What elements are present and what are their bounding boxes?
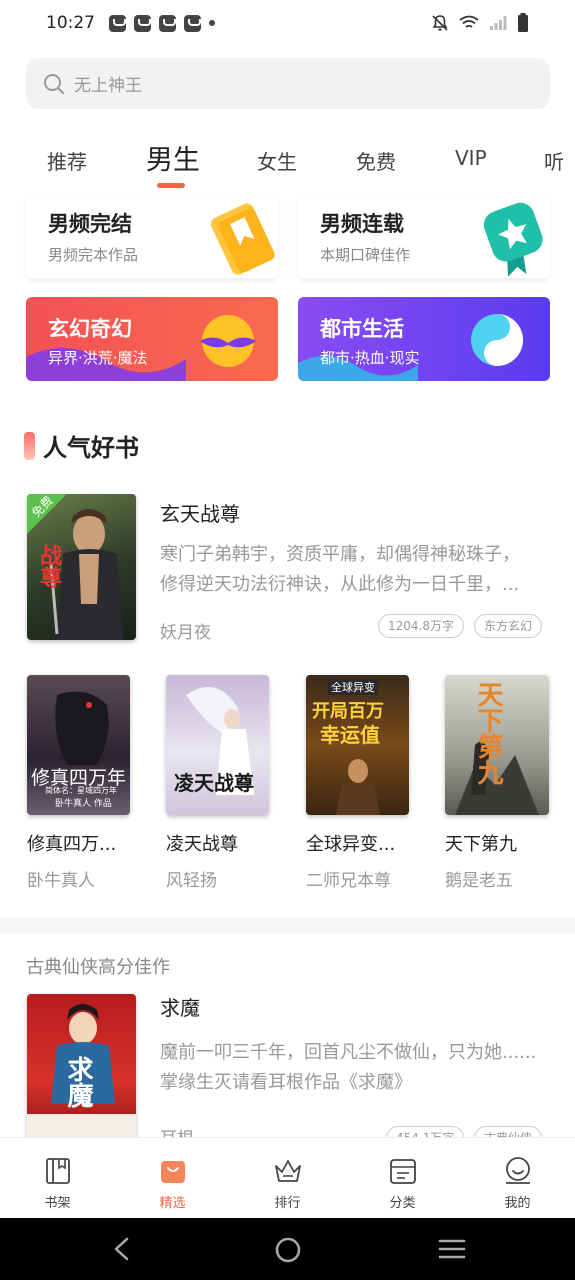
description-line: 魔前一叩三千年，回首凡尘不做仙，只为她......	[160, 1042, 537, 1063]
cover-title-art: 凌天战尊	[174, 771, 254, 795]
bookmark-icon	[210, 203, 275, 275]
category-male-complete[interactable]: 男频完结 男频完本作品	[26, 196, 278, 278]
cover-subtitle-art: 简体名：星域四万年	[45, 786, 117, 795]
tab-audio[interactable]: 听	[544, 146, 564, 175]
cover-author-art: 卧牛真人 作品	[55, 799, 112, 809]
status-time: 10:27	[46, 13, 95, 33]
search-input[interactable]: 无上神王	[74, 71, 142, 96]
search-icon	[44, 73, 64, 94]
book-title[interactable]: 修真四万...	[27, 830, 116, 856]
category-subtitle: 男频完本作品	[48, 246, 139, 264]
tab-free[interactable]: 免费	[356, 146, 396, 175]
book-title[interactable]: 求魔	[160, 992, 200, 1021]
featured-book-cover[interactable]: 免费 战尊	[27, 494, 136, 640]
nav-label: 排行	[274, 1196, 301, 1211]
featured-book-author: 妖月夜	[160, 623, 211, 643]
category-icon	[389, 1159, 416, 1184]
nav-category[interactable]: 分类	[345, 1138, 460, 1218]
category-title: 玄幻奇幻	[48, 317, 132, 341]
word-count-tag: 1204.8万字	[378, 614, 464, 638]
back-icon[interactable]	[110, 1236, 134, 1262]
nav-label: 我的	[504, 1196, 531, 1211]
more-notifications-icon	[209, 20, 215, 26]
book-title[interactable]: 天下第九	[445, 830, 517, 856]
book-cover-4[interactable]: 天下第九	[445, 675, 549, 815]
shopping-bag-icon	[160, 1161, 185, 1183]
featured-book-title[interactable]: 玄天战尊	[160, 498, 240, 527]
star-badge-icon	[483, 202, 543, 277]
nav-profile[interactable]: 我的	[460, 1138, 575, 1218]
bookshelf-icon	[45, 1158, 70, 1184]
description-line: 修得逆天功法衍神诀，从此修为一日千里，...	[160, 574, 520, 595]
battery-icon	[518, 13, 528, 32]
nav-label: 精选	[159, 1196, 186, 1211]
nav-ranking[interactable]: 排行	[230, 1138, 345, 1218]
category-subtitle: 本期口碑佳作	[320, 246, 411, 264]
book-description: 魔前一叩三千年，回首凡尘不做仙，只为她...... 掌缘生灭请看耳根作品《求魔》	[160, 1038, 550, 1098]
book-title[interactable]: 全球异变...	[306, 830, 395, 856]
book-cover-1[interactable]: 修真四万年 简体名：星域四万年 卧牛真人 作品	[27, 675, 130, 815]
bottom-navigation: 书架 精选 排行 分类 我的	[0, 1137, 575, 1218]
featured-book-description: 寒门子弟韩宇，资质平庸，却偶得神秘珠子， 修得逆天功法衍神诀，从此修为一日千里，…	[160, 540, 550, 600]
book-author: 卧牛真人	[27, 871, 95, 891]
description-line: 寒门子弟韩宇，资质平庸，却偶得神秘珠子，	[160, 544, 520, 565]
yin-yang-icon	[471, 314, 523, 366]
book-author: 风轻扬	[166, 871, 217, 891]
system-navigation-bar	[0, 1218, 575, 1280]
nav-label: 书架	[44, 1196, 71, 1211]
category-subtitle: 都市·热血·现实	[320, 349, 420, 367]
section-title: 人气好书	[43, 434, 139, 462]
category-male-serial[interactable]: 男频连载 本期口碑佳作	[298, 196, 550, 278]
home-icon[interactable]	[274, 1236, 302, 1264]
book-title[interactable]: 凌天战尊	[166, 830, 238, 856]
popular-section-header: 人气好书	[24, 428, 139, 463]
tab-female[interactable]: 女生	[257, 146, 297, 175]
book-author: 二师兄本尊	[306, 871, 391, 891]
book-author: 鹅是老五	[445, 871, 513, 891]
crown-icon	[274, 1160, 301, 1182]
shopping-app-icon	[184, 14, 201, 32]
book-cover-qiumo[interactable]: 求魔	[27, 994, 136, 1140]
cover-title-art: 求魔	[63, 1056, 93, 1108]
category-title: 都市生活	[320, 317, 404, 341]
shopping-app-icon	[159, 14, 176, 32]
book-cover-3[interactable]: 全球异变 开局百万 幸运值	[306, 675, 409, 815]
profile-icon	[505, 1157, 530, 1184]
nav-bookshelf[interactable]: 书架	[0, 1138, 115, 1218]
search-bar[interactable]: 无上神王	[26, 58, 550, 109]
section-marker	[24, 431, 35, 460]
category-subtitle: 异界·洪荒·魔法	[48, 349, 148, 367]
channel-tabs: 推荐 男生 女生 免费 VIP 听	[0, 136, 575, 186]
category-title: 男频完结	[48, 212, 132, 236]
cover-title-art: 战尊	[36, 544, 62, 588]
menu-icon[interactable]	[438, 1237, 466, 1261]
tab-vip[interactable]: VIP	[455, 146, 487, 170]
status-bar: 10:27	[0, 0, 575, 46]
cover-top-art: 全球异变	[328, 679, 378, 695]
description-line: 掌缘生灭请看耳根作品《求魔》	[160, 1072, 412, 1093]
tab-male[interactable]: 男生	[146, 138, 200, 177]
signal-icon	[490, 16, 507, 30]
notification-icons	[109, 14, 215, 32]
shopping-app-icon	[109, 14, 126, 32]
section-divider	[0, 918, 575, 934]
category-title: 男频连载	[320, 212, 404, 236]
nav-featured[interactable]: 精选	[115, 1138, 230, 1218]
category-urban[interactable]: 都市生活 都市·热血·现实	[298, 297, 550, 381]
tab-recommend[interactable]: 推荐	[47, 146, 87, 175]
magic-orb-icon	[200, 315, 256, 367]
category-fantasy[interactable]: 玄幻奇幻 异界·洪荒·魔法	[26, 297, 278, 381]
genre-tag: 东方玄幻	[474, 614, 543, 638]
section-title: 古典仙侠高分佳作	[26, 957, 170, 978]
mute-icon	[432, 15, 448, 31]
cover-title-art-2: 幸运值	[320, 723, 380, 747]
book-cover-2[interactable]: 凌天战尊	[166, 675, 269, 815]
shopping-app-icon	[134, 14, 151, 32]
nav-label: 分类	[389, 1196, 416, 1211]
tab-indicator	[157, 183, 185, 188]
wifi-icon	[459, 15, 479, 28]
cover-title-art: 天下第九	[473, 681, 503, 785]
